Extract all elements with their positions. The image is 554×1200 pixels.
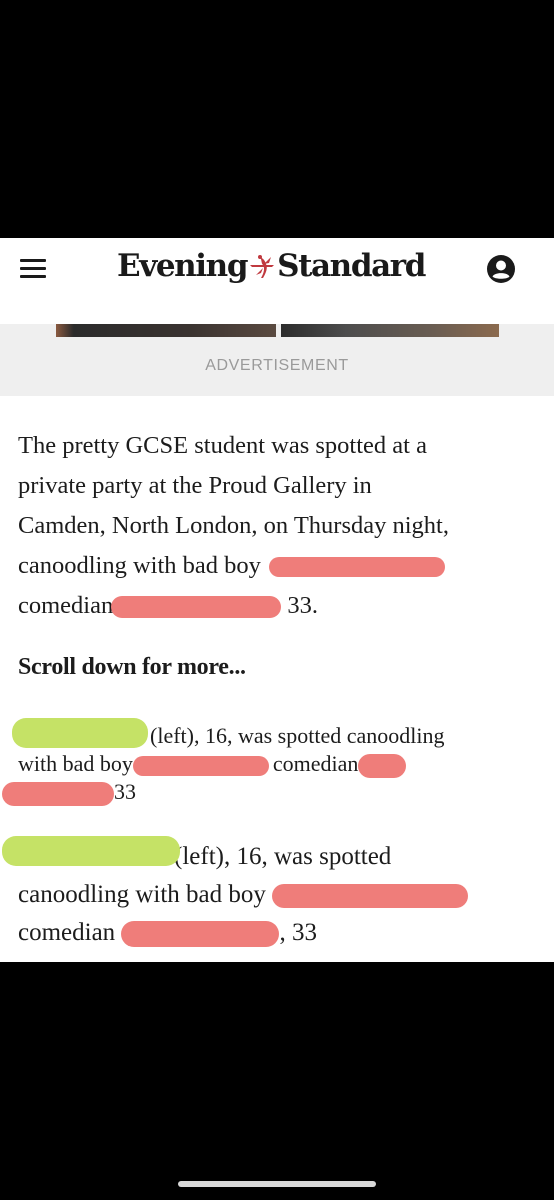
- ad-image-fragment-right[interactable]: [281, 324, 499, 337]
- caption-text: comedian: [272, 751, 359, 776]
- advertisement-label: ADVERTISEMENT: [205, 357, 349, 374]
- paragraph-line: Camden, North London, on Thursday night,: [18, 512, 449, 539]
- paragraph-line: The pretty GCSE student was spotted at a: [18, 432, 427, 459]
- caption-text: (left), 16, was spotted: [174, 843, 392, 870]
- site-logo[interactable]: Evening Standard: [117, 246, 426, 286]
- hamburger-menu-icon[interactable]: [20, 259, 46, 278]
- logo-word-right: Standard: [277, 248, 426, 284]
- caption-text: comedian: [18, 919, 116, 946]
- redaction-mark: [111, 596, 282, 619]
- paragraph-text: 33.: [287, 592, 318, 619]
- paragraph-line: private party at the Proud Gallery in: [18, 472, 372, 499]
- paragraph-text: comedian: [18, 592, 114, 619]
- ad-image-fragment-left[interactable]: [56, 324, 276, 337]
- home-indicator[interactable]: [178, 1181, 376, 1187]
- caption-line: canoodling with bad boy: [18, 876, 538, 914]
- redaction-mark: [121, 921, 280, 948]
- scroll-down-prompt: Scroll down for more...: [18, 654, 246, 680]
- paragraph-text: canoodling with bad boy: [18, 552, 261, 579]
- caption-line: comedian , 33: [18, 914, 538, 952]
- logo-word-left: Evening: [117, 248, 248, 284]
- browser-viewport: Evening Standard ADVERTISEMENT The prett…: [0, 238, 554, 962]
- caption-text: with bad boy: [18, 751, 133, 776]
- redaction-mark: [269, 557, 446, 578]
- caption-line: with bad boy comedian: [18, 750, 538, 778]
- redaction-mark: [2, 836, 180, 866]
- redaction-mark: [272, 884, 469, 909]
- site-header: Evening Standard: [0, 238, 554, 325]
- redaction-mark: [358, 753, 407, 778]
- redaction-mark: [132, 755, 269, 776]
- caption-text: canoodling with bad boy: [18, 881, 266, 908]
- article-paragraph: The pretty GCSE student was spotted at a…: [18, 426, 538, 626]
- winged-figure-emblem-icon: [250, 255, 275, 278]
- paragraph-line: canoodling with bad boy: [18, 546, 538, 586]
- paragraph-line: comedian 33.: [18, 586, 538, 626]
- advertisement-slot: ADVERTISEMENT: [0, 324, 554, 396]
- redaction-mark: [12, 718, 148, 748]
- caption-text: (left), 16, was spotted canoodling: [150, 723, 445, 748]
- caption-text: 33: [114, 779, 136, 804]
- user-account-icon[interactable]: [486, 254, 516, 284]
- redaction-mark: [2, 782, 114, 806]
- caption-text: , 33: [279, 919, 317, 946]
